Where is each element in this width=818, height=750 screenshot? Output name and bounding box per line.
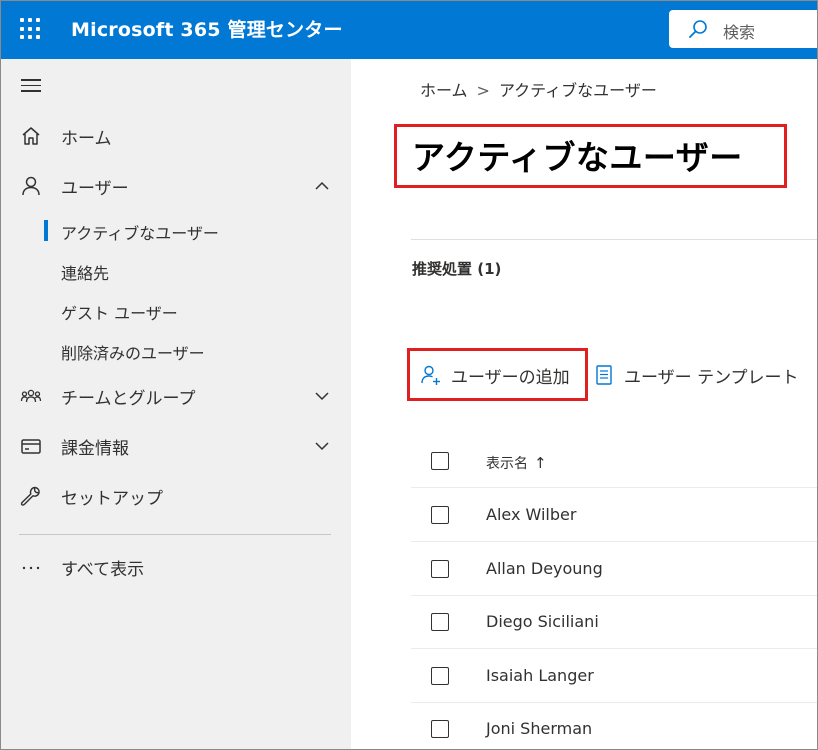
user-display-name[interactable]: Isaiah Langer bbox=[486, 666, 594, 685]
page-title: アクティブなユーザー bbox=[412, 138, 743, 177]
person-icon bbox=[22, 176, 40, 196]
home-icon bbox=[22, 127, 40, 145]
hamburger-menu-icon[interactable] bbox=[21, 79, 41, 95]
nav-item-teams-groups[interactable]: チームとグループ bbox=[1, 377, 351, 413]
table-row[interactable]: Diego Siciliani bbox=[411, 596, 817, 649]
chevron-up-icon[interactable] bbox=[313, 177, 331, 195]
user-display-name[interactable]: Allan Deyoung bbox=[486, 559, 603, 578]
sidebar-subitem-contacts-label: 連絡先 bbox=[61, 264, 110, 283]
add-user-label: ユーザーの追加 bbox=[451, 368, 570, 388]
add-user-button[interactable]: ユーザーの追加 bbox=[420, 361, 580, 389]
chevron-down-icon[interactable] bbox=[313, 387, 331, 405]
row-checkbox[interactable] bbox=[431, 560, 449, 578]
more-icon bbox=[22, 566, 40, 570]
people-team-icon bbox=[20, 389, 42, 403]
add-person-icon bbox=[421, 365, 440, 385]
search-icon bbox=[689, 20, 707, 38]
admin-center-window: Microsoft 365 管理センター 検索 ホーム ユーザー アクティブなユ… bbox=[0, 0, 818, 750]
nav-item-show-all[interactable]: すべて表示 bbox=[1, 548, 351, 584]
sidebar-subitem-deleted-users[interactable]: 削除済みのユーザー bbox=[1, 336, 351, 366]
column-header-label: 表示名 bbox=[486, 456, 528, 472]
wrench-icon bbox=[20, 486, 40, 506]
search-placeholder: 検索 bbox=[723, 23, 756, 42]
sidebar-subitem-deleted-users-label: 削除済みのユーザー bbox=[61, 344, 205, 363]
sidebar-divider bbox=[19, 534, 331, 535]
row-checkbox[interactable] bbox=[431, 667, 449, 685]
search-input[interactable]: 検索 bbox=[669, 10, 817, 48]
sidebar-subitem-guest-users-label: ゲスト ユーザー bbox=[61, 304, 178, 323]
table-row[interactable]: Alex Wilber bbox=[411, 489, 817, 542]
breadcrumb: ホーム > アクティブなユーザー bbox=[420, 77, 657, 101]
table-row[interactable]: Joni Sherman bbox=[411, 703, 817, 749]
user-display-name[interactable]: Alex Wilber bbox=[486, 505, 576, 524]
nav-item-setup-label: セットアップ bbox=[61, 489, 163, 509]
app-title[interactable]: Microsoft 365 管理センター bbox=[71, 15, 343, 42]
nav-item-teams-groups-label: チームとグループ bbox=[61, 389, 196, 409]
sidebar-subitem-guest-users[interactable]: ゲスト ユーザー bbox=[1, 296, 351, 326]
nav-item-home-label: ホーム bbox=[61, 129, 112, 149]
nav-item-billing-label: 課金情報 bbox=[61, 439, 129, 459]
nav-item-users[interactable]: ユーザー bbox=[1, 167, 351, 203]
table-row[interactable]: Allan Deyoung bbox=[411, 543, 817, 596]
left-navigation: ホーム ユーザー アクティブなユーザー 連絡先 ゲスト ユーザー 削除済みのユー… bbox=[1, 59, 351, 749]
user-template-button[interactable]: ユーザー テンプレート bbox=[593, 361, 817, 389]
column-header-display-name[interactable]: 表示名 ↑ bbox=[486, 453, 547, 473]
sidebar-subitem-active-users-label: アクティブなユーザー bbox=[61, 224, 219, 243]
row-checkbox[interactable] bbox=[431, 613, 449, 631]
breadcrumb-current: アクティブなユーザー bbox=[498, 81, 657, 100]
sidebar-subitem-active-users[interactable]: アクティブなユーザー bbox=[1, 216, 351, 246]
user-template-label: ユーザー テンプレート bbox=[624, 368, 799, 388]
chevron-down-icon[interactable] bbox=[313, 437, 331, 455]
user-display-name[interactable]: Joni Sherman bbox=[486, 719, 592, 738]
row-checkbox[interactable] bbox=[431, 506, 449, 524]
table-header-row: 表示名 ↑ bbox=[411, 435, 817, 488]
breadcrumb-home-link[interactable]: ホーム bbox=[420, 81, 468, 100]
nav-item-billing[interactable]: 課金情報 bbox=[1, 427, 351, 463]
user-display-name[interactable]: Diego Siciliani bbox=[486, 612, 599, 631]
sort-ascending-icon: ↑ bbox=[534, 454, 547, 472]
sidebar-subitem-contacts[interactable]: 連絡先 bbox=[1, 256, 351, 286]
breadcrumb-separator-icon: > bbox=[476, 81, 490, 100]
content-divider bbox=[411, 239, 817, 240]
table-row[interactable]: Isaiah Langer bbox=[411, 650, 817, 703]
selected-indicator bbox=[44, 220, 48, 241]
select-all-checkbox[interactable] bbox=[431, 452, 449, 470]
nav-item-show-all-label: すべて表示 bbox=[61, 560, 145, 580]
top-header-bar: Microsoft 365 管理センター 検索 bbox=[1, 1, 817, 59]
credit-card-icon bbox=[21, 439, 41, 454]
recommended-actions-link[interactable]: 推奨処置 (1) bbox=[412, 258, 501, 279]
app-launcher-icon[interactable] bbox=[20, 18, 42, 40]
nav-item-setup[interactable]: セットアップ bbox=[1, 477, 351, 513]
document-list-icon bbox=[596, 365, 612, 385]
nav-item-home[interactable]: ホーム bbox=[1, 117, 351, 153]
nav-item-users-label: ユーザー bbox=[61, 179, 129, 199]
row-checkbox[interactable] bbox=[431, 720, 449, 738]
